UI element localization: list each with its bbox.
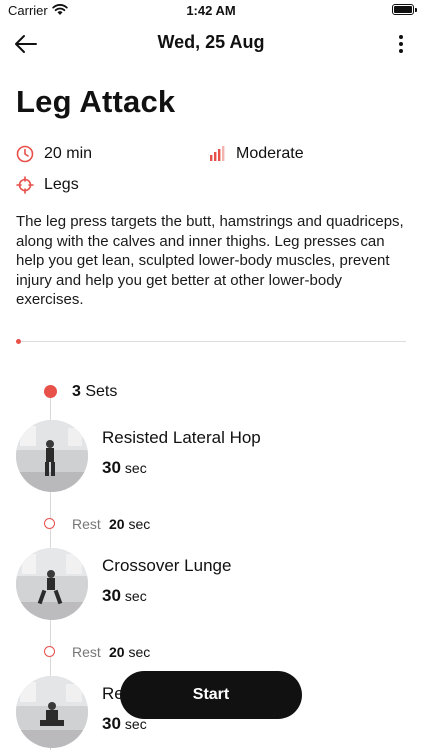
rest-marker: [44, 518, 55, 529]
status-bar: Carrier 1:42 AM: [0, 0, 422, 22]
level-text: Moderate: [236, 145, 304, 162]
exercise-name: Resisted Lateral Hop: [102, 428, 261, 447]
clock-icon: [16, 145, 34, 163]
exercise-thumbnail: [16, 676, 88, 748]
more-dot: [399, 42, 403, 46]
exercise-duration-value: 30: [102, 714, 121, 733]
exercise-item[interactable]: Crossover Lunge 30 sec: [16, 548, 422, 622]
exercise-duration: 30 sec: [102, 586, 147, 606]
rest-duration: 20 sec: [109, 516, 150, 532]
exercise-duration: 30 sec: [102, 458, 147, 478]
rest-value: 20: [109, 644, 125, 660]
rest-item: Rest 20 sec: [44, 516, 244, 532]
exercise-duration-unit: sec: [124, 588, 147, 604]
sets-label: 3 Sets: [72, 383, 117, 401]
sets-text: Sets: [85, 383, 118, 400]
crosshair-icon: [16, 176, 34, 194]
workout-description: The leg press targets the butt, hamstrin…: [16, 213, 404, 308]
duration-text: 20 min: [44, 145, 93, 162]
exercise-thumbnail: [16, 548, 88, 620]
rest-value: 20: [109, 516, 125, 532]
workout-title: Leg Attack: [16, 84, 176, 119]
bar-chart-icon: [210, 146, 225, 161]
exercise-duration-value: 30: [102, 458, 121, 477]
nav-date-title: Wed, 25 Aug: [157, 32, 265, 52]
exercise-item[interactable]: Resisted Lateral Hop 30 sec: [16, 420, 422, 494]
exercise-name: Crossover Lunge: [102, 556, 232, 575]
more-vertical-icon: [399, 35, 403, 39]
rest-label: Rest: [72, 516, 101, 532]
focus-text: Legs: [44, 176, 79, 193]
exercise-duration-value: 30: [102, 586, 121, 605]
rest-unit: sec: [128, 644, 151, 660]
exercise-thumbnail: [16, 420, 88, 492]
exercise-duration-unit: sec: [124, 460, 147, 476]
sets-count: 3: [72, 383, 81, 400]
rest-duration: 20 sec: [109, 644, 150, 660]
start-button[interactable]: Start: [120, 671, 302, 719]
sets-marker: [44, 385, 57, 398]
rest-label: Rest: [72, 644, 101, 660]
rest-item: Rest 20 sec: [44, 644, 244, 660]
rest-marker: [44, 646, 55, 657]
more-dot: [399, 49, 403, 53]
battery-icon: [392, 4, 417, 15]
rest-unit: sec: [128, 516, 151, 532]
progress-track: [16, 341, 406, 342]
more-options-button[interactable]: [394, 30, 408, 58]
progress-indicator: [16, 339, 21, 344]
status-time: 1:42 AM: [186, 3, 236, 18]
